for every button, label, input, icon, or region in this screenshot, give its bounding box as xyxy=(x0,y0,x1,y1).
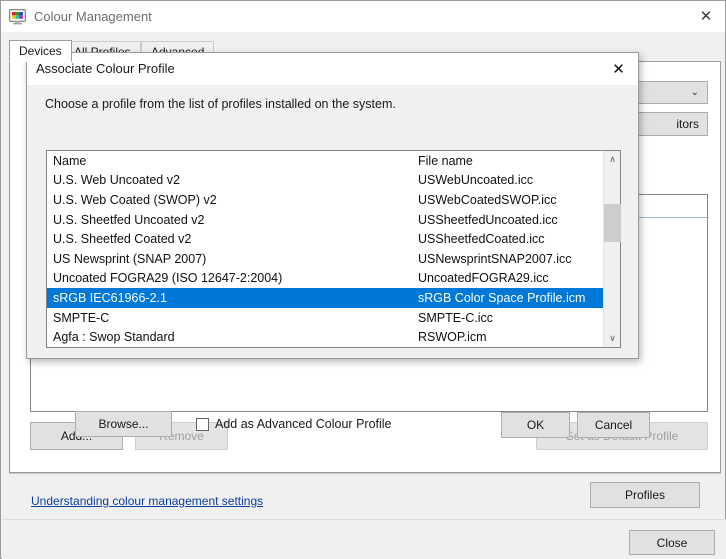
profile-name: Agfa : Swop Standard xyxy=(53,330,175,345)
profile-list-row[interactable]: U.S. Sheetfed Uncoated v2 USSheetfedUncoa… xyxy=(47,210,603,230)
dialog-titlebar: Associate Colour Profile ✕ xyxy=(27,53,638,85)
profile-list-header: Name File name xyxy=(47,151,603,171)
close-button[interactable]: Close xyxy=(629,530,715,555)
profile-list[interactable]: Name File name U.S. Web Uncoated v2 USWebUn… xyxy=(46,150,621,348)
profile-file-name: USSheetfedUncoated.icc xyxy=(418,212,558,227)
profile-file-name: USSheetfedCoated.icc xyxy=(418,232,545,247)
monitor-colour-icon xyxy=(9,9,26,25)
profile-file-name: UncoatedFOGRA29.icc xyxy=(418,271,549,286)
tab-devices[interactable]: Devices xyxy=(9,40,72,62)
profile-name: U.S. Sheetfed Coated v2 xyxy=(53,232,192,247)
profile-file-name: RSWOP.icm xyxy=(418,330,487,345)
profile-list-row[interactable]: U.S. Web Uncoated v2 USWebUncoated.icc xyxy=(47,171,603,191)
dialog-footer-bar xyxy=(2,519,726,559)
column-header-name: Name xyxy=(53,153,87,168)
profile-name: sRGB IEC61966-2.1 xyxy=(53,290,167,305)
section-divider xyxy=(9,473,721,474)
chevron-down-icon: ⌄ xyxy=(690,87,699,98)
profile-name: U.S. Sheetfed Uncoated v2 xyxy=(53,212,205,227)
main-titlebar: Colour Management ✕ xyxy=(1,1,725,32)
ok-button[interactable]: OK xyxy=(501,412,570,438)
scroll-up-icon[interactable]: ∧ xyxy=(604,151,621,168)
column-header-file-name: File name xyxy=(418,153,473,168)
help-link[interactable]: Understanding colour management settings xyxy=(31,494,263,508)
profile-name: Uncoated FOGRA29 (ISO 12647-2:2004) xyxy=(53,271,283,286)
profile-file-name: SMPTE-C.icc xyxy=(418,310,493,325)
window-title: Colour Management xyxy=(34,9,152,24)
profile-file-name: USWebUncoated.icc xyxy=(418,173,534,188)
advanced-profile-checkbox-row[interactable]: Add as Advanced Colour Profile xyxy=(196,417,392,431)
device-dropdown[interactable]: ⌄ xyxy=(630,81,708,104)
profile-file-name: USWebCoatedSWOP.icc xyxy=(418,192,557,207)
profile-name: US Newsprint (SNAP 2007) xyxy=(53,251,207,266)
profile-list-row[interactable]: sRGB IEC61966-2.1 sRGB Color Space Profil… xyxy=(47,288,603,308)
dialog-title: Associate Colour Profile xyxy=(36,61,175,76)
profile-list-row[interactable]: Uncoated FOGRA29 (ISO 12647-2:2004) Uncoa… xyxy=(47,269,603,289)
dialog-body: Choose a profile from the list of profil… xyxy=(27,85,650,438)
profile-name: U.S. Web Coated (SWOP) v2 xyxy=(53,192,217,207)
scroll-down-icon[interactable]: ∨ xyxy=(604,330,621,347)
associate-colour-profile-dialog: Associate Colour Profile ✕ Choose a prof… xyxy=(26,52,650,438)
profile-list-rows: Name File name U.S. Web Uncoated v2 USWebUn… xyxy=(47,151,603,347)
profile-list-row[interactable]: US Newsprint (SNAP 2007) USNewsprintSNAP2… xyxy=(47,249,603,269)
advanced-profile-checkbox[interactable] xyxy=(196,417,209,431)
browse-button[interactable]: Browse... xyxy=(75,411,172,437)
profile-list-row[interactable]: Agfa : Swop Standard RSWOP.icm xyxy=(47,327,603,347)
profile-list-row[interactable]: U.S. Web Coated (SWOP) v2 USWebCoatedSWOP… xyxy=(47,190,603,210)
window-close-icon[interactable]: ✕ xyxy=(687,1,725,31)
profile-list-scrollbar[interactable]: ∧ ∨ xyxy=(603,151,621,347)
dialog-close-icon[interactable]: ✕ xyxy=(599,53,638,84)
profile-name: U.S. Web Uncoated v2 xyxy=(53,173,180,188)
scrollbar-thumb[interactable] xyxy=(604,204,621,242)
profile-name: SMPTE-C xyxy=(53,310,110,325)
profile-file-name: sRGB Color Space Profile.icm xyxy=(418,290,586,305)
profile-file-name: USNewsprintSNAP2007.icc xyxy=(418,251,572,266)
cancel-button[interactable]: Cancel xyxy=(577,412,650,438)
profile-list-row[interactable]: SMPTE-C SMPTE-C.icc xyxy=(47,308,603,328)
advanced-profile-checkbox-label: Add as Advanced Colour Profile xyxy=(215,417,392,431)
profiles-button[interactable]: Profiles xyxy=(590,482,700,508)
dialog-prompt: Choose a profile from the list of profil… xyxy=(45,97,396,111)
profile-list-row[interactable]: U.S. Sheetfed Coated v2 USSheetfedCoated.… xyxy=(47,229,603,249)
